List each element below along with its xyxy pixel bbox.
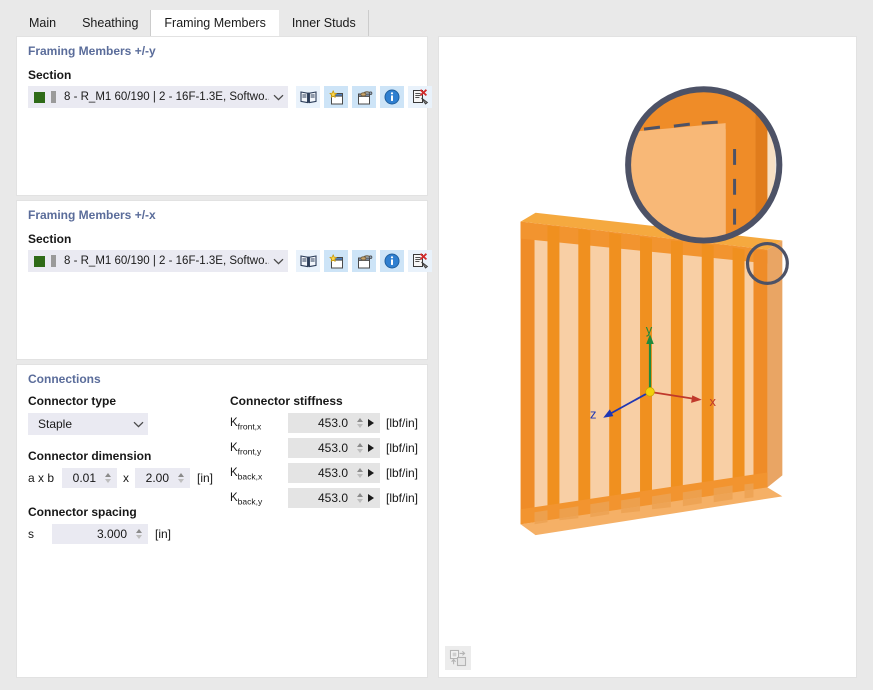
connector-type-value: Staple [38, 417, 73, 431]
new-section-icon-button[interactable] [324, 250, 348, 272]
stiffness-front-y-input[interactable]: 453.0 [288, 438, 380, 458]
panel-framing-members-y: Framing Members +/-y Section 8 - R_M1 60… [16, 36, 432, 196]
tab-sheathing[interactable]: Sheathing [69, 10, 152, 36]
chevron-down-icon[interactable] [129, 413, 147, 435]
chevron-down-icon[interactable] [269, 86, 287, 108]
info-icon-button[interactable] [380, 86, 404, 108]
stiffness-front-y-value: 453.0 [317, 441, 348, 455]
stiffness-back-y-unit: [lbf/in] [386, 491, 419, 505]
section-label-x: Section [28, 232, 72, 246]
panel-framing-members-x: Framing Members +/-x Section 8 - R_M1 60… [16, 200, 432, 360]
model-viewport-panel[interactable]: y x z [438, 36, 857, 678]
stepper-arrows-icon[interactable] [353, 464, 368, 482]
stiffness-label-back-x: Kback,x [230, 467, 263, 482]
stiffness-back-x-input[interactable]: 453.0 [288, 463, 380, 483]
tab-strip: Main Sheathing Framing Members Inner Stu… [0, 0, 873, 36]
edit-section-icon-button[interactable] [352, 250, 376, 272]
detail-magnifier-bubble [625, 86, 803, 244]
axis-label-y: y [646, 322, 653, 337]
panel-framing-members-x-legend: Framing Members +/-x [28, 208, 156, 222]
staple-symbol-icon [785, 165, 803, 187]
stiffness-back-x-unit: [lbf/in] [386, 466, 419, 480]
panel-framing-members-y-legend: Framing Members +/-y [28, 44, 156, 58]
render-mode-icon-button[interactable] [445, 646, 471, 670]
stiffness-back-x-value: 453.0 [317, 466, 348, 480]
delete-section-icon-button[interactable] [408, 250, 432, 272]
section-profile-icon [51, 255, 56, 267]
connector-spacing-symbol: s [28, 527, 34, 541]
stiffness-front-y-unit: [lbf/in] [386, 441, 419, 455]
panel-connections: Connections Connector type Staple Connec… [16, 364, 428, 678]
section-combo-y[interactable]: 8 - R_M1 60/190 | 2 - 16F-1.3E, Softwo..… [28, 86, 288, 108]
connector-dimension-prefix: a x b [28, 471, 55, 485]
chevron-down-icon[interactable] [269, 250, 287, 272]
apply-to-all-icon[interactable] [368, 494, 374, 502]
info-icon-button[interactable] [380, 250, 404, 272]
material-color-swatch-icon [34, 91, 45, 103]
stiffness-front-x-unit: [lbf/in] [386, 416, 419, 430]
stiffness-label-front-y: Kfront,y [230, 442, 262, 457]
stiffness-label-front-x: Kfront,x [230, 417, 262, 432]
section-row-x: 8 - R_M1 60/190 | 2 - 16F-1.3E, Softwo..… [28, 250, 432, 272]
stiffness-back-y-input[interactable]: 453.0 [288, 488, 380, 508]
connector-dimension-b-input[interactable]: 2.00 [135, 468, 190, 488]
connector-dimension-a-input[interactable]: 0.01 [62, 468, 117, 488]
connector-type-label: Connector type [28, 394, 117, 408]
apply-to-all-icon[interactable] [368, 444, 374, 452]
library-book-icon-button[interactable] [296, 86, 320, 108]
stepper-arrows-icon[interactable] [353, 439, 368, 457]
stepper-arrows-icon[interactable] [132, 525, 147, 543]
tab-main[interactable]: Main [16, 10, 70, 36]
tab-inner-studs[interactable]: Inner Studs [278, 10, 369, 36]
section-combo-x[interactable]: 8 - R_M1 60/190 | 2 - 16F-1.3E, Softwo..… [28, 250, 288, 272]
connector-type-select[interactable]: Staple [28, 413, 148, 435]
origin-marker [645, 387, 655, 397]
delete-section-icon-button[interactable] [408, 86, 432, 108]
connector-spacing-label: Connector spacing [28, 505, 137, 519]
render-mode-icon [449, 649, 466, 667]
connector-dimension-label: Connector dimension [28, 449, 152, 463]
section-combo-x-value: 8 - R_M1 60/190 | 2 - 16F-1.3E, Softwo..… [64, 255, 269, 267]
new-section-icon-button[interactable] [324, 86, 348, 108]
material-color-swatch-icon [34, 255, 45, 267]
stiffness-front-x-value: 453.0 [317, 416, 348, 430]
apply-to-all-icon[interactable] [368, 419, 374, 427]
stiffness-back-y-value: 453.0 [317, 491, 348, 505]
axis-label-z: z [590, 407, 596, 422]
wall-model-3d-view[interactable]: y x z [439, 37, 856, 677]
tab-framing-members[interactable]: Framing Members [151, 10, 279, 36]
section-row-y: 8 - R_M1 60/190 | 2 - 16F-1.3E, Softwo..… [28, 86, 432, 108]
connector-dimension-a-value: 0.01 [72, 471, 96, 485]
stepper-arrows-icon[interactable] [353, 414, 368, 432]
stiffness-label-back-y: Kback,y [230, 492, 263, 507]
left-settings-column: Framing Members +/-y Section 8 - R_M1 60… [16, 36, 432, 678]
stepper-arrows-icon[interactable] [101, 469, 116, 487]
stepper-arrows-icon[interactable] [174, 469, 189, 487]
section-label-y: Section [28, 68, 72, 82]
axis-label-x: x [709, 394, 716, 409]
connector-dimension-b-value: 2.00 [145, 471, 169, 485]
connector-dimension-unit: [in] [197, 471, 214, 485]
panel-connections-legend: Connections [28, 372, 101, 386]
section-profile-icon [51, 91, 56, 103]
tab-content-framing-members: Framing Members +/-y Section 8 - R_M1 60… [0, 36, 873, 690]
connector-spacing-unit: [in] [155, 527, 172, 541]
stiffness-front-x-input[interactable]: 453.0 [288, 413, 380, 433]
connector-dimension-separator: x [123, 471, 129, 485]
apply-to-all-icon[interactable] [368, 469, 374, 477]
section-combo-y-value: 8 - R_M1 60/190 | 2 - 16F-1.3E, Softwo..… [64, 91, 269, 103]
connector-stiffness-label: Connector stiffness [230, 394, 343, 408]
edit-section-icon-button[interactable] [352, 86, 376, 108]
library-book-icon-button[interactable] [296, 250, 320, 272]
stepper-arrows-icon[interactable] [353, 489, 368, 507]
connector-spacing-value: 3.000 [96, 527, 127, 541]
connector-spacing-input[interactable]: 3.000 [52, 524, 148, 544]
